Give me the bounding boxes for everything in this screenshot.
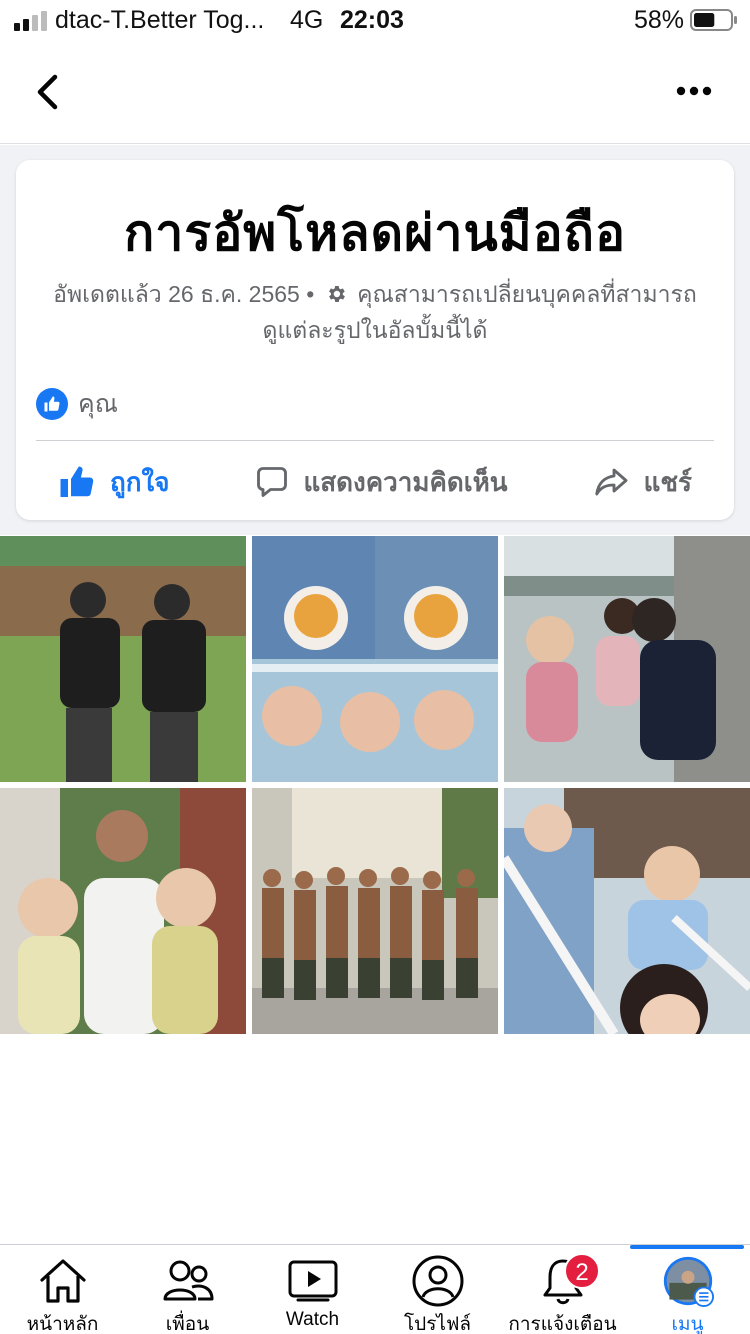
status-bar: dtac-T.Better Tog... 4G 22:03 58% <box>0 0 750 42</box>
watch-icon <box>288 1260 338 1302</box>
menu-avatar-icon <box>663 1256 714 1307</box>
signal-icon <box>14 11 47 31</box>
comment-icon <box>256 467 287 497</box>
top-nav <box>0 44 750 144</box>
tab-label: เมนู <box>671 1314 704 1334</box>
tab-label: หน้าหลัก <box>26 1314 99 1334</box>
battery-icon <box>690 9 737 31</box>
share-button[interactable]: แชร์ <box>592 462 692 503</box>
tab-profile[interactable]: โปรไฟล์ <box>375 1245 500 1334</box>
network-type: 4G <box>290 6 324 34</box>
tab-watch[interactable]: Watch <box>250 1245 375 1334</box>
profile-icon <box>412 1255 464 1307</box>
album-title: การอัพโหลดผ่านมือถือ <box>124 205 626 261</box>
photo-family-river <box>504 536 750 782</box>
album-header-card: การอัพโหลดผ่านมือถือ อัพเดตแล้ว 26 ธ.ค. … <box>16 160 734 520</box>
photo-officers <box>0 536 246 782</box>
home-icon <box>40 1259 86 1303</box>
photo-balcony-selfie <box>504 788 750 1034</box>
reactions-summary[interactable]: คุณ <box>36 384 118 424</box>
photo-thumbnail[interactable] <box>0 536 246 782</box>
more-options-button[interactable] <box>664 66 724 116</box>
photo-grid <box>0 536 750 1034</box>
status-time: 22:03 <box>340 6 404 34</box>
battery-percent: 58% <box>634 6 685 34</box>
photo-thumbnail[interactable] <box>504 536 750 782</box>
photo-baby-collage <box>252 536 498 782</box>
reactor-name: คุณ <box>78 390 118 418</box>
gear-icon <box>328 286 345 302</box>
comment-label: แสดงความคิดเห็น <box>303 466 508 497</box>
tab-menu[interactable]: เมนู <box>625 1245 750 1334</box>
more-horizontal-icon <box>676 86 712 96</box>
back-button[interactable] <box>24 64 72 120</box>
like-label: ถูกใจ <box>110 466 170 497</box>
notification-badge: 2 <box>564 1253 600 1289</box>
meta-separator: • <box>306 281 315 307</box>
like-button[interactable]: ถูกใจ <box>58 462 169 503</box>
photo-thumbnail[interactable] <box>252 788 498 1034</box>
tab-label: Watch <box>285 1309 340 1330</box>
action-bar: ถูกใจ แสดงความคิดเห็น แชร์ <box>16 454 734 510</box>
album-meta: อัพเดตแล้ว 26 ธ.ค. 2565 • คุณสามารถเปลี่… <box>46 276 704 348</box>
photo-thumbnail[interactable] <box>504 788 750 1034</box>
photo-thumbnail[interactable] <box>0 788 246 1034</box>
tab-friends[interactable]: เพื่อน <box>125 1245 250 1334</box>
bottom-tab-bar: หน้าหลัก เพื่อน Watch โปรไฟล์ 2 การแจ้งเ… <box>0 1244 750 1334</box>
tab-notifications[interactable]: 2 การแจ้งเตือน <box>500 1245 625 1334</box>
photo-thumbnail[interactable] <box>252 536 498 782</box>
chevron-left-icon <box>37 74 58 110</box>
like-reaction-icon <box>36 388 68 420</box>
photo-trainees-group <box>252 788 498 1034</box>
carrier-name: dtac-T.Better Tog... <box>55 6 265 34</box>
tab-label: เพื่อน <box>165 1314 210 1334</box>
tab-label: การแจ้งเตือน <box>508 1314 617 1334</box>
share-label: แชร์ <box>643 466 692 497</box>
card-divider <box>36 440 714 441</box>
comment-button[interactable]: แสดงความคิดเห็น <box>254 462 508 503</box>
share-icon <box>594 468 628 496</box>
photo-man-twins <box>0 788 246 1034</box>
friends-icon <box>163 1260 214 1301</box>
tab-label: โปรไฟล์ <box>403 1314 472 1334</box>
thumbs-up-icon <box>60 466 94 497</box>
tab-home[interactable]: หน้าหลัก <box>0 1245 125 1334</box>
album-updated-date: อัพเดตแล้ว 26 ธ.ค. 2565 <box>53 281 300 307</box>
